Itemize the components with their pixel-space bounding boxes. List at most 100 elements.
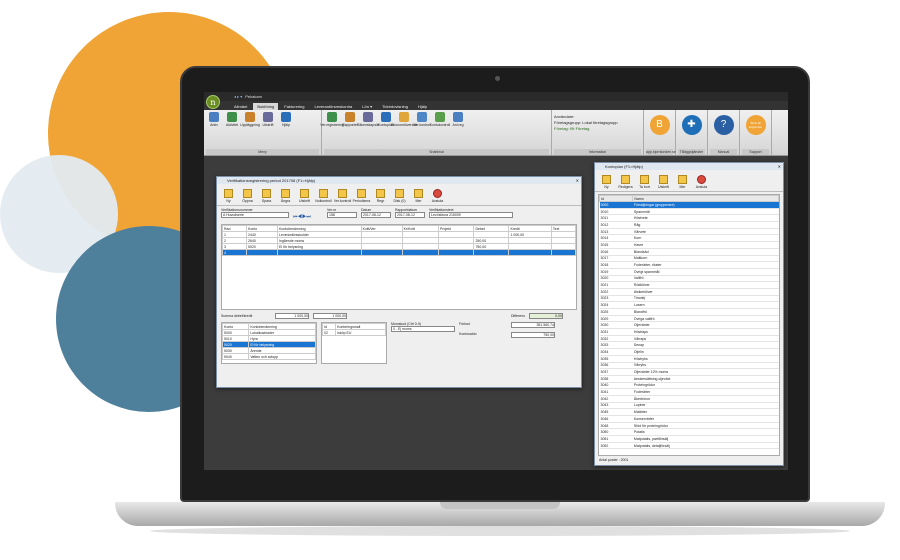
list-item[interactable]: 3050 Potatis [599, 428, 779, 437]
ribbon-button-utskrift[interactable]: Utskrift [260, 112, 276, 127]
list-item[interactable]: 3025 Blandfrö [599, 308, 779, 316]
toolbar-button-label: Ny [604, 185, 609, 189]
tab-hjälp[interactable]: Hjälp [414, 103, 431, 110]
toolbar-button-utskrift[interactable]: Utskrift [655, 172, 672, 189]
ribbon-link-support[interactable]: Skriv till supporten Support [740, 110, 772, 155]
close-icon[interactable]: ✕ [778, 163, 781, 170]
ribbon-button-aktivitet[interactable]: Aktivitet [224, 112, 240, 127]
toolbar-button-mer[interactable]: Mer [410, 186, 427, 203]
toolbar-button-label: Utskrift [299, 199, 310, 203]
tab-bokföring[interactable]: Bokföring [253, 103, 279, 110]
list-item[interactable]: 3036 Vårrybs [599, 362, 779, 370]
list-item[interactable]: 3017 Maltkorn [599, 255, 779, 263]
toolbar-button-ny[interactable]: Ny [598, 172, 615, 189]
toolbar-button-avsluta[interactable]: Avsluta [429, 186, 446, 203]
toolbar-button-öppna[interactable]: Öppna [239, 186, 256, 203]
toolbar-button-ångra[interactable]: Ångra [277, 186, 294, 203]
ribbon-link-tilläggstjänster[interactable]: ✚ Tilläggstjänster [676, 110, 708, 155]
ver-nr-field[interactable]: 158 [327, 212, 357, 218]
list-item[interactable]: 3043 Lupiner [599, 402, 779, 410]
list-item[interactable]: 3037 Oljeväxter 12% moms [599, 368, 779, 376]
list-item[interactable]: 3041 Foderärter [599, 388, 779, 396]
report-date-field[interactable]: 2017-08-12 [395, 212, 425, 218]
close-icon[interactable]: ✕ [576, 177, 579, 184]
ribbon-button-arkiv[interactable]: Arkiv [206, 112, 222, 127]
quick-access-icons[interactable]: ◂ ▸ ▾ [234, 94, 242, 99]
toolbar-button-avsluta[interactable]: Avsluta [693, 172, 710, 189]
list-item[interactable]: 3040 Proteingrödor [599, 382, 779, 390]
list-item[interactable]: 3018 Foderärter, rikster [599, 261, 779, 269]
table-cell: 3033 [599, 341, 633, 350]
toolbar-button-ver-kontroll[interactable]: Ver.kontroll [334, 186, 351, 203]
list-item[interactable]: 3033 Senap [599, 341, 779, 350]
list-item[interactable]: 3023 Timotej [599, 295, 779, 303]
list-item[interactable]: 3038 Arealersättning oljeväxt [599, 375, 779, 383]
toolbar-button-mer[interactable]: Mer [674, 172, 691, 189]
ver-text-field[interactable]: Lev.faktura 215009 [429, 212, 513, 218]
list-item[interactable]: 3031 Höstraps [599, 328, 779, 336]
list-item[interactable]: 3035 Höstrybs [599, 355, 779, 363]
tab-fakturering[interactable]: Fakturering [280, 103, 308, 110]
list-item[interactable]: 3034 Oljelin [599, 348, 779, 356]
list-item[interactable]: 3051 Matpotatis, partiförsälj [599, 435, 779, 443]
differens-value: 0,00 [528, 313, 563, 319]
list-item[interactable]: 3024 Lusern [599, 301, 779, 309]
toolbar-button-disk-0[interactable]: Disk (0) [391, 186, 408, 203]
table-cell: Övriga vallfrö [632, 315, 779, 323]
tab-allmänt[interactable]: Allmänt [230, 103, 251, 110]
list-item[interactable]: 3012 Råg [599, 221, 779, 229]
ribbon-button-rapporter[interactable]: Rapporter [342, 112, 358, 127]
list-item[interactable]: 3052 Matpotatis, detaljförsälj [599, 442, 779, 450]
list-item[interactable]: 3010 Spannmål [599, 208, 779, 216]
ribbon-button-räkenskapsår[interactable]: Räkenskapsår [357, 112, 379, 127]
series-field[interactable]: A Huvudserie [221, 212, 289, 218]
ribbon-link-icon: ✚ [681, 115, 702, 135]
list-item[interactable]: 3029 Övriga vallfrö [599, 315, 779, 323]
list-item[interactable]: 3046 Konservärter [599, 415, 779, 423]
app-logo[interactable]: n [206, 95, 220, 109]
list-item[interactable]: 5040 Vatten och avlopp [221, 353, 316, 360]
ribbon-button-ekonomiöversikt[interactable]: Ekonomiöversikt [391, 112, 417, 127]
ribbon-button-hjälp[interactable]: Hjälp [278, 112, 294, 127]
list-item[interactable]: 3022 Alsikeklöver [599, 288, 779, 296]
ribbon-button-ver-registrering[interactable]: Ver.registrering [320, 112, 344, 127]
toolbar-button-periodisera[interactable]: Periodisera [353, 186, 370, 203]
list-item[interactable]: 3048 Stöd för proteingrödor [599, 422, 779, 430]
list-item[interactable]: 3011 Höstvete [599, 214, 779, 223]
list-item[interactable]: 3032 Vårraps [599, 335, 779, 343]
list-item[interactable]: 3016 Blandsäd [599, 248, 779, 256]
list-item[interactable]: 3019 Övrigt spannmål [599, 268, 779, 276]
toolbar-button-redigera[interactable]: Redigera [617, 172, 634, 189]
list-item[interactable]: 3000 Försäljningar (grupperare) [599, 201, 779, 209]
list-item[interactable]: 3015 Havre [599, 241, 779, 249]
ribbon-group-information: Användare: Företagsgrupp: Lokal företags… [552, 110, 644, 155]
list-item[interactable]: 02 inköp EU [321, 329, 386, 336]
ribbon-button-kontokontroll[interactable]: Kontokontroll [430, 112, 450, 127]
toolbar-button-ta-bort[interactable]: Ta bort [636, 172, 653, 189]
tab-tidredovisning[interactable]: Tidredovisning [378, 103, 412, 110]
toolbar-button-utskrift[interactable]: Utskrift [296, 186, 313, 203]
ribbon-link-app-bjornlunden-se[interactable]: Bapp.bjornlunden.se [644, 110, 676, 155]
toolbar-button-label: Ver.kontroll [333, 199, 352, 203]
list-item[interactable]: 3042 Åkerbönor [599, 395, 779, 403]
list-item[interactable]: 3030 Oljeväxter [599, 321, 779, 330]
date-field[interactable]: 2017-08-12 [361, 212, 391, 218]
list-item[interactable]: 3014 Korn [599, 234, 779, 243]
toolbar-button-spara[interactable]: Spara [258, 186, 275, 203]
tab-leverantörsreskontra[interactable]: Leverantörsreskontra [310, 103, 356, 110]
list-item[interactable]: 3045 Matärter [599, 408, 779, 416]
ribbon-link-manual[interactable]: ? Manual [708, 110, 740, 155]
list-item[interactable]: 3021 Rödklöver [599, 281, 779, 289]
list-item[interactable]: 3020 Vallfrö [599, 275, 779, 283]
toolbar-button-ny[interactable]: Ny [220, 186, 237, 203]
table-row[interactable]: 4 [221, 249, 577, 256]
ribbon-button-anl-reg[interactable]: Anl.reg [450, 112, 466, 127]
list-item[interactable]: 3013 Vårvete [599, 228, 779, 236]
ribbon-button-uppläggning[interactable]: Uppläggning [240, 112, 260, 127]
ribbon-button-ver-kontroll[interactable]: Ver.kontroll [413, 112, 431, 127]
nav-arrows[interactable]: ⏮◀▶⏭ [293, 208, 323, 220]
toolbar-button-regr[interactable]: Regr [372, 186, 389, 203]
toolbar-button-nolkontroll[interactable]: Nolkontroll [315, 186, 332, 203]
momskod-select[interactable]: 0 - Ej moms [391, 326, 455, 332]
tab-lön[interactable]: Lön ▾ [358, 103, 376, 110]
